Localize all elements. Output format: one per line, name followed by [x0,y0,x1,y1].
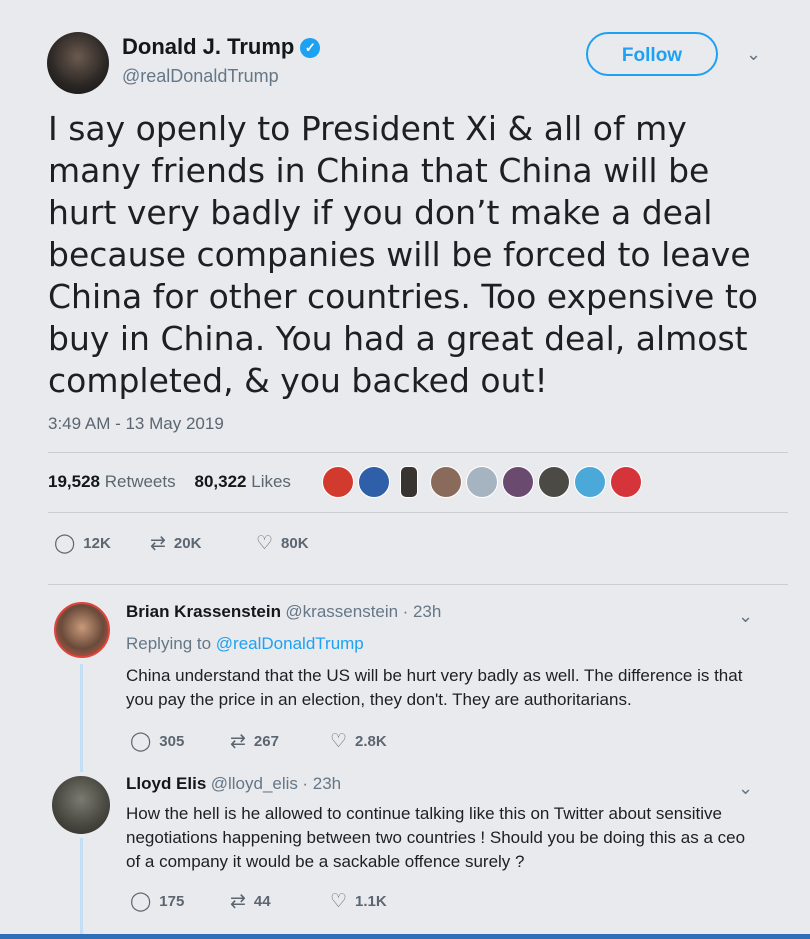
reply-count: 12K [83,535,111,552]
reply-button[interactable]: ◯ 175 [130,890,184,913]
reply-time[interactable]: · 23h [302,774,341,793]
reply-icon: ◯ [130,891,152,912]
thread-line [80,664,83,772]
retweet-icon: ⇄ [150,533,166,554]
likes-count: 80,322 [194,472,247,491]
liker-avatar[interactable] [358,466,390,498]
tweet-timestamp[interactable]: 3:49 AM - 13 May 2019 [48,414,224,434]
retweet-button[interactable]: ⇄ 20K [150,532,201,555]
reply-text: China understand that the US will be hur… [126,666,743,709]
retweet-button[interactable]: ⇄ 267 [230,730,279,753]
thread-line [80,838,83,934]
like-count: 1.1K [355,893,387,910]
engagement-stats: 19,528 Retweets 80,322 Likes [48,472,291,492]
retweets-stat[interactable]: 19,528 Retweets [48,472,176,491]
like-count: 2.8K [355,733,387,750]
reply-avatar[interactable] [52,776,110,834]
window-bottom-bar [0,934,810,939]
author-name-row[interactable]: Donald J. Trump ✓ [122,34,321,60]
heart-icon: ♡ [256,533,274,554]
chevron-down-icon[interactable]: ⌄ [738,778,753,799]
reply-header: Lloyd Elis @lloyd_elis · 23h [126,774,756,794]
divider [48,512,788,513]
divider [48,452,788,453]
tweet-card: Donald J. Trump ✓ @realDonaldTrump Follow… [0,0,810,939]
reply-time[interactable]: · 23h [403,602,442,621]
reply-author-handle[interactable]: @lloyd_elis [211,774,298,793]
retweet-icon: ⇄ [230,891,246,912]
like-button[interactable]: ♡ 2.8K [330,730,387,753]
liker-avatar[interactable] [502,466,534,498]
reply-button[interactable]: ◯ 12K [54,532,111,555]
replying-to-prefix: Replying to [126,634,212,653]
replying-to-link[interactable]: @realDonaldTrump [216,634,364,653]
chevron-down-icon[interactable]: ⌄ [746,44,761,65]
reply-icon: ◯ [130,731,152,752]
reply-count: 175 [159,893,185,910]
chevron-down-icon[interactable]: ⌄ [738,606,753,627]
tweet-text: I say openly to President Xi & all of my… [48,109,758,400]
reply-avatar[interactable] [54,602,110,658]
liker-avatar[interactable] [610,466,642,498]
follow-button[interactable]: Follow [586,32,718,76]
retweet-count: 267 [253,733,279,750]
reply-author-name[interactable]: Brian Krassenstein [126,602,281,621]
retweets-count: 19,528 [48,472,100,491]
reply-header: Brian Krassenstein @krassenstein · 23h [126,602,756,622]
reply-author-handle[interactable]: @krassenstein [285,602,398,621]
liker-avatar[interactable] [430,466,462,498]
divider [48,584,788,585]
reply-text: How the hell is he allowed to continue t… [126,804,746,871]
author-handle[interactable]: @realDonaldTrump [122,66,279,87]
retweet-button[interactable]: ⇄ 44 [230,890,271,913]
heart-icon: ♡ [330,891,348,912]
reply-button[interactable]: ◯ 305 [130,730,184,753]
reply-author-name[interactable]: Lloyd Elis [126,774,206,793]
like-button[interactable]: ♡ 1.1K [330,890,387,913]
retweet-icon: ⇄ [230,731,246,752]
author-name[interactable]: Donald J. Trump [122,34,294,59]
liker-avatar[interactable] [574,466,606,498]
like-button[interactable]: ♡ 80K [256,532,309,555]
likes-stat[interactable]: 80,322 Likes [195,472,291,491]
heart-icon: ♡ [330,731,348,752]
liker-avatar[interactable] [466,466,498,498]
reply-count: 305 [159,733,185,750]
reply-icon: ◯ [54,533,76,554]
retweets-label: Retweets [104,472,176,491]
likes-label: Likes [251,472,291,491]
like-count: 80K [281,535,309,552]
liker-avatar[interactable] [538,466,570,498]
replying-to: Replying to @realDonaldTrump [126,634,364,654]
liker-avatar[interactable] [322,466,354,498]
verified-badge-icon: ✓ [300,38,321,58]
liker-avatar[interactable] [400,466,418,498]
retweet-count: 20K [173,535,202,552]
retweet-count: 44 [253,893,271,910]
author-avatar[interactable] [47,32,109,94]
